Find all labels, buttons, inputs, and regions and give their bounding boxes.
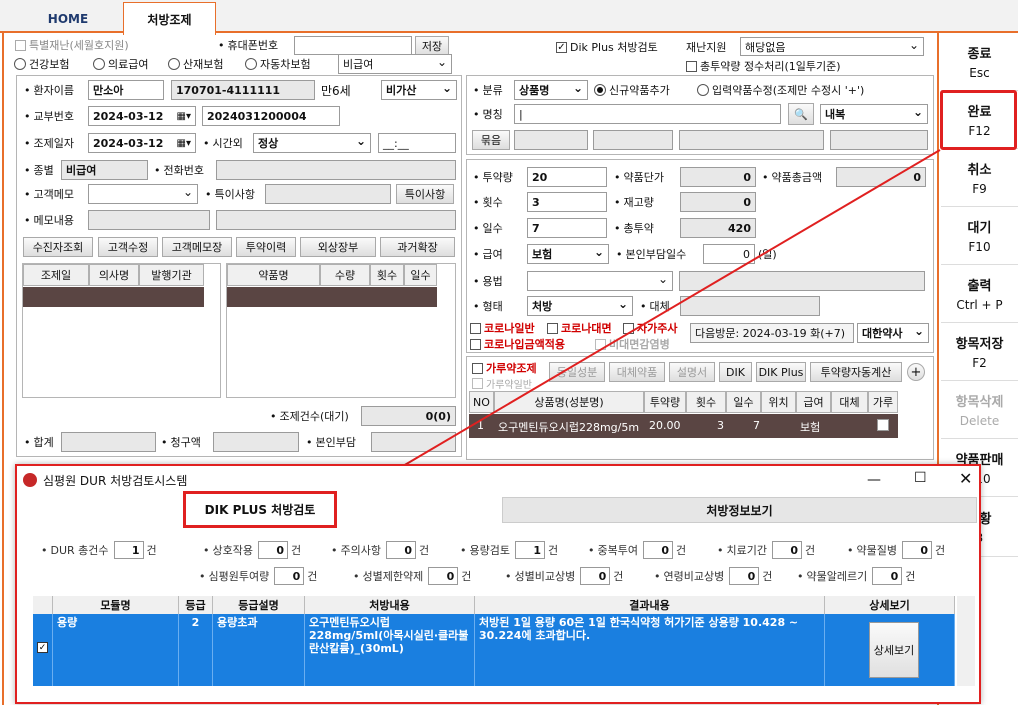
count-unit: 건 — [418, 544, 430, 557]
rx-info-tab[interactable]: 처방정보보기 — [502, 497, 977, 523]
duplicate-value: 0 — [642, 541, 673, 559]
interaction-value: 0 — [257, 541, 288, 559]
drug-disease-value: 0 — [901, 541, 932, 559]
hira-dose-value: 0 — [274, 567, 305, 585]
age-disease-value: 0 — [729, 567, 760, 585]
gender-disease-value: 0 — [580, 567, 611, 585]
dur-row-rx: 오구멘틴듀오시럽 228mg/5ml(아목시실린·클라불란산칼륨)_(30mL) — [305, 614, 475, 686]
hira-dose-label: 심평원투여량 — [208, 570, 270, 583]
dur-scrollbar[interactable] — [957, 596, 975, 686]
count-unit: 건 — [547, 544, 559, 557]
dur-title-bar: 심평원 DUR 처방검토시스템 — ☐ ✕ — [17, 466, 979, 494]
dur-row-grade-desc: 용량초과 — [213, 614, 305, 686]
allergy-value: 0 — [872, 567, 903, 585]
gender-drug-value: 0 — [428, 567, 459, 585]
gender-disease-count: 성별비교상병 0건 — [505, 566, 623, 586]
maximize-icon[interactable]: ☐ — [914, 470, 927, 486]
dose-check-count: 용량검토 1건 — [460, 540, 558, 560]
dur-col-detail: 상세보기 — [825, 596, 955, 614]
caution-value: 0 — [385, 541, 416, 559]
gender-drug-count: 성별제한약제 0건 — [353, 566, 471, 586]
close-icon[interactable]: ✕ — [959, 469, 972, 488]
age-disease-label: 연령비교상병 — [663, 570, 725, 583]
dur-col-check — [33, 596, 53, 614]
count-unit: 건 — [934, 544, 946, 557]
allergy-label: 약물알레르기 — [806, 570, 868, 583]
period-label: 치료기간 — [726, 544, 767, 557]
interaction-count: 상호작용 0건 — [203, 540, 301, 560]
dur-col-grade: 등급 — [179, 596, 213, 614]
interaction-label: 상호작용 — [212, 544, 253, 557]
allergy-count: 약물알레르기 0건 — [797, 566, 915, 586]
dur-dialog: 심평원 DUR 처방검토시스템 — ☐ ✕ DIK PLUS 처방검토 처방정보… — [15, 464, 981, 704]
count-unit: 건 — [290, 544, 302, 557]
dur-row-module: 용량 — [53, 614, 179, 686]
period-count: 치료기간 0건 — [717, 540, 815, 560]
dose-check-label: 용량검토 — [469, 544, 510, 557]
minimize-icon[interactable]: — — [867, 472, 881, 488]
drug-disease-count: 약물질병 0건 — [847, 540, 945, 560]
count-unit: 건 — [146, 544, 157, 557]
count-unit: 건 — [762, 570, 773, 583]
count-unit: 건 — [461, 570, 472, 583]
dik-plus-tab[interactable]: DIK PLUS 처방검토 — [183, 491, 337, 528]
caution-label: 주의사항 — [340, 544, 381, 557]
dur-row-grade: 2 — [179, 614, 213, 686]
hira-dose-count: 심평원투여량 0건 — [199, 566, 317, 586]
dur-row-result: 처방된 1일 용량 60은 1일 한국식약청 허가기준 상용량 10.428 ~… — [475, 614, 825, 686]
count-unit: 건 — [804, 544, 816, 557]
dur-col-module: 모듈명 — [53, 596, 179, 614]
count-unit: 건 — [675, 544, 687, 557]
dur-title: 심평원 DUR 처방검토시스템 — [43, 473, 188, 488]
dur-col-result: 결과내용 — [475, 596, 825, 614]
duplicate-label: 중복투여 — [597, 544, 638, 557]
dur-col-rx: 처방내용 — [305, 596, 475, 614]
count-unit: 건 — [307, 570, 318, 583]
drug-disease-label: 약물질병 — [856, 544, 897, 557]
caution-count: 주의사항 0건 — [331, 540, 429, 560]
gender-drug-label: 성별제한약제 — [362, 570, 424, 583]
dur-row-checkbox[interactable]: ✓ — [33, 614, 53, 686]
age-disease-count: 연령비교상병 0건 — [654, 566, 772, 586]
dur-total-value: 1 — [113, 541, 144, 559]
count-unit: 건 — [905, 570, 916, 583]
detail-button[interactable]: 상세보기 — [869, 622, 919, 678]
dur-total-label: DUR 총건수 — [50, 544, 109, 557]
count-unit: 건 — [613, 570, 624, 583]
duplicate-count: 중복투여 0건 — [588, 540, 686, 560]
period-value: 0 — [771, 541, 802, 559]
dur-total-count: DUR 총건수 1건 — [41, 540, 157, 560]
gender-disease-label: 성별비교상병 — [514, 570, 576, 583]
dose-check-value: 1 — [514, 541, 545, 559]
app-logo-icon — [23, 473, 37, 487]
dur-col-grade-desc: 등급설명 — [213, 596, 305, 614]
